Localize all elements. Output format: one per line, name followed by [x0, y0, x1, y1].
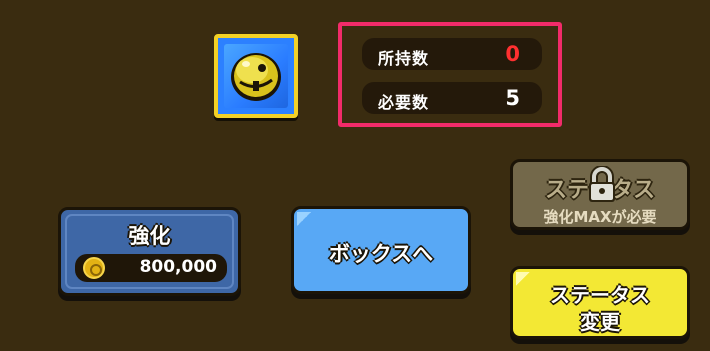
enhance-cost: 800,000 — [75, 254, 227, 282]
status-change-label-line1: ステータス — [550, 283, 650, 307]
golden-bell-icon — [231, 53, 281, 101]
coin-icon — [83, 257, 105, 279]
owned-count-value: 0 — [505, 42, 520, 66]
enhance-cost-value: 800,000 — [139, 257, 217, 277]
owned-count-label: 所持数 — [378, 49, 430, 68]
owned-count-row: 所持数 0 — [362, 38, 542, 70]
required-count-value: 5 — [505, 86, 520, 110]
go-to-box-label: ボックスへ — [328, 242, 434, 266]
status-locked-note: 強化MAXが必要 — [543, 208, 657, 226]
status-change-button[interactable]: ステータス 変更 — [510, 266, 690, 339]
go-to-box-button[interactable]: ボックスへ — [291, 206, 471, 294]
enhance-button-label: 強化 — [128, 224, 171, 248]
count-panel: 所持数 0 必要数 5 — [338, 22, 562, 127]
enhance-button[interactable]: 強化 800,000 — [58, 207, 241, 296]
lock-icon — [589, 166, 615, 202]
status-change-label-line2: 変更 — [580, 310, 620, 334]
status-locked-button[interactable]: ステータス 強化MAXが必要 — [510, 159, 690, 230]
item-icon — [214, 34, 298, 118]
required-count-row: 必要数 5 — [362, 82, 542, 114]
required-count-label: 必要数 — [378, 93, 430, 112]
